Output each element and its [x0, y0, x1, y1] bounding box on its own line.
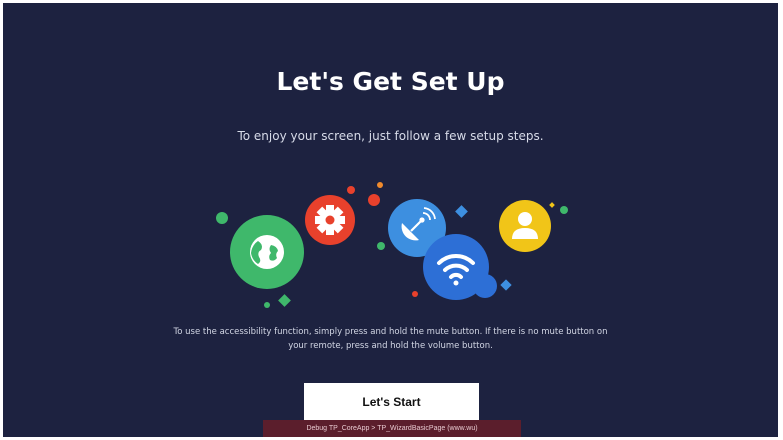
wifi-icon — [423, 234, 497, 300]
decor-dot — [264, 302, 270, 308]
decor-diamond — [455, 205, 468, 218]
decor-diamond — [549, 202, 555, 208]
setup-screen: Let's Get Set Up To enjoy your screen, j… — [3, 3, 778, 437]
globe-icon — [230, 215, 304, 289]
accessibility-note: To use the accessibility function, simpl… — [173, 327, 608, 351]
decor-diamond — [500, 279, 512, 291]
decor-dot — [560, 206, 568, 214]
decor-dot — [216, 212, 228, 224]
decor-dot — [377, 242, 385, 250]
user-icon — [499, 200, 551, 252]
debug-bar: Debug TP_CoreApp > TP_WizardBasicPage (w… — [263, 420, 521, 437]
decor-diamond — [278, 294, 291, 307]
decor-dot — [412, 291, 418, 297]
decor-dot — [347, 186, 355, 194]
setup-illustration — [216, 182, 568, 308]
decor-dot — [368, 194, 380, 206]
lets-start-button[interactable]: Let's Start — [304, 383, 479, 420]
gear-icon — [305, 195, 355, 245]
decor-dot — [377, 182, 383, 188]
